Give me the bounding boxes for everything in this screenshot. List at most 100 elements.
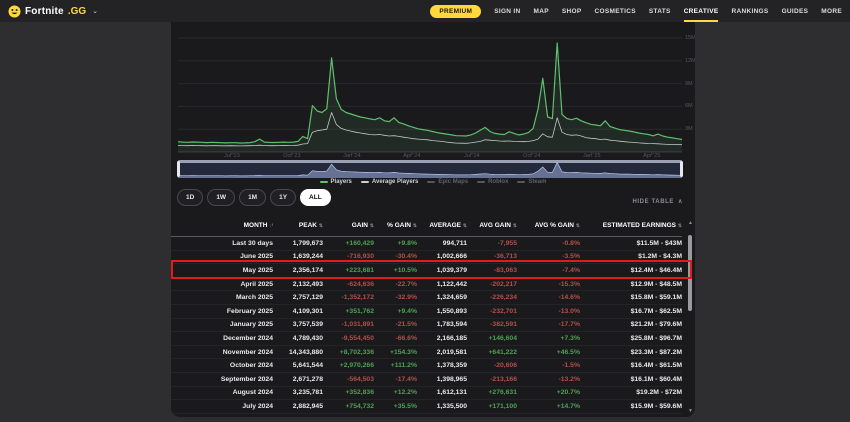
column-header-avg-gain[interactable]: AVG % GAIN ⇅ (517, 215, 580, 237)
table-row-february-2025[interactable]: February 20254,109,301+351,762+9.4%1,550… (171, 304, 682, 318)
premium-button[interactable]: PREMIUM (430, 5, 481, 18)
cell: 1,164,400 (417, 413, 467, 417)
cell: +111.2% (374, 359, 417, 373)
table-row-november-2024[interactable]: November 202414,343,880+8,702,336+154.3%… (171, 345, 682, 359)
cell: -83,063 (467, 264, 517, 278)
cell: 1,612,131 (417, 386, 467, 400)
cell: -9,554,450 (323, 332, 374, 346)
cell: 1,799,673 (273, 237, 323, 251)
cell: October 2024 (171, 359, 273, 373)
fortnite-gg-logo-icon (8, 5, 21, 18)
table-scroll-down-icon[interactable]: ▼ (688, 408, 693, 414)
legend-dash-icon (427, 181, 435, 183)
table-row-april-2025[interactable]: April 20252,132,493-624,636-22.7%1,122,4… (171, 277, 682, 291)
time-range-buttons: 1D1W1M1YALL (177, 189, 331, 206)
cell: 1,324,659 (417, 291, 467, 305)
column-header-gain[interactable]: GAIN ⇅ (323, 215, 374, 237)
chart-range-navigator[interactable] (178, 160, 682, 178)
table-row-september-2024[interactable]: September 20242,671,278-564,503-17.4%1,3… (171, 372, 682, 386)
cell: December 2024 (171, 332, 273, 346)
cell: +12.2% (374, 386, 417, 400)
table-scrollbar-thumb[interactable] (688, 235, 692, 311)
x-axis-label: Jul '24 (464, 153, 480, 159)
y-axis-label: 15M (685, 35, 695, 41)
cell: $16.4M - $61.5M (580, 359, 682, 373)
table-row-may-2025[interactable]: May 20252,356,174+223,681+10.5%1,039,379… (171, 264, 682, 278)
range-button-all[interactable]: ALL (300, 189, 331, 206)
cell: -13.0% (517, 304, 580, 318)
cell: -7.4% (517, 264, 580, 278)
cell: -21.5% (374, 318, 417, 332)
table-row-last-30-days[interactable]: Last 30 days1,799,673+160,429+9.8%994,71… (171, 237, 682, 251)
cell: $13.9M - $52.3M (580, 413, 682, 417)
table-row-december-2024[interactable]: December 20244,789,430-9,554,450-66.6%2,… (171, 332, 682, 346)
x-axis-label: Jan '25 (583, 153, 601, 159)
nav-link-map[interactable]: MAP (534, 0, 549, 22)
cell: -240,031 (323, 413, 374, 417)
table-scroll-up-icon[interactable]: ▲ (688, 220, 693, 226)
table-row-march-2025[interactable]: March 20252,757,129-1,352,172-32.9%1,324… (171, 291, 682, 305)
nav-link-rankings[interactable]: RANKINGS (731, 0, 768, 22)
nav-link-shop[interactable]: SHOP (562, 0, 582, 22)
range-button-1w[interactable]: 1W (207, 189, 235, 206)
column-header-month[interactable]: MONTH ↓ᶠ (171, 215, 273, 237)
column-header-estimated-earnings[interactable]: ESTIMATED EARNINGS ⇅ (580, 215, 682, 237)
navigator-left-handle[interactable] (177, 161, 180, 177)
column-header-average[interactable]: AVERAGE ⇅ (417, 215, 467, 237)
nav-link-sign-in[interactable]: SIGN IN (494, 0, 520, 22)
cell: +7.3% (517, 332, 580, 346)
legend-item-average-players[interactable]: Average Players (361, 179, 418, 185)
cell: $23.3M - $87.2M (580, 345, 682, 359)
cell: +2,970,266 (323, 359, 374, 373)
table-row-june-2025[interactable]: June 20251,639,244-716,930-30.4%1,002,66… (171, 250, 682, 264)
x-axis-label: Apr '25 (643, 153, 660, 159)
site-logo[interactable]: Fortnite.GG ⌄ (8, 5, 98, 18)
table-row-january-2025[interactable]: January 20253,757,539-1,031,891-21.5%1,7… (171, 318, 682, 332)
legend-item-epic-maps[interactable]: Epic Maps (427, 179, 468, 185)
range-button-1d[interactable]: 1D (177, 189, 203, 206)
hide-table-toggle[interactable]: HIDE TABLE ∧ (632, 198, 683, 205)
legend-item-steam[interactable]: Steam (517, 179, 546, 185)
cell: -1.5% (517, 359, 580, 373)
legend-item-roblox[interactable]: Roblox (477, 179, 508, 185)
range-button-1m[interactable]: 1M (239, 189, 266, 206)
nav-link-stats[interactable]: STATS (649, 0, 671, 22)
cell: 1,639,244 (273, 250, 323, 264)
cell: 2,128,213 (273, 413, 323, 417)
table-row-june-2024[interactable]: June 20242,128,213-240,031-10.1%1,164,40… (171, 413, 682, 417)
cell: $12.4M - $46.4M (580, 264, 682, 278)
cell: -202,217 (467, 277, 517, 291)
nav-link-cosmetics[interactable]: COSMETICS (595, 0, 636, 22)
players-line-chart[interactable] (171, 22, 695, 158)
cell: 1,398,965 (417, 372, 467, 386)
cell: September 2024 (171, 372, 273, 386)
column-header--gain[interactable]: % GAIN ⇅ (374, 215, 417, 237)
cell: +171,100 (467, 400, 517, 414)
y-axis-label: 9M (685, 81, 693, 87)
cell: 3,235,781 (273, 386, 323, 400)
cell: -13.2% (517, 372, 580, 386)
cell: 994,711 (417, 237, 467, 251)
x-axis-label: Apr '24 (403, 153, 420, 159)
column-header-peak[interactable]: PEAK ⇅ (273, 215, 323, 237)
x-axis-label: Oct '24 (523, 153, 540, 159)
cell: 14,343,880 (273, 345, 323, 359)
navigator-right-handle[interactable] (680, 161, 683, 177)
range-button-1y[interactable]: 1Y (270, 189, 296, 206)
cell: March 2025 (171, 291, 273, 305)
cell: -32.9% (374, 291, 417, 305)
table-row-august-2024[interactable]: August 20243,235,781+352,836+12.2%1,612,… (171, 386, 682, 400)
cell: 1,002,666 (417, 250, 467, 264)
cell: -10.1% (374, 413, 417, 417)
table-row-july-2024[interactable]: July 20242,882,945+754,732+35.5%1,335,50… (171, 400, 682, 414)
nav-link-creative[interactable]: CREATIVE (684, 0, 719, 22)
table-row-october-2024[interactable]: October 20245,641,544+2,970,266+111.2%1,… (171, 359, 682, 373)
cell: 3,757,539 (273, 318, 323, 332)
cell: -30.4% (374, 250, 417, 264)
column-header-avg-gain[interactable]: AVG GAIN ⇅ (467, 215, 517, 237)
y-axis-label: 12M (685, 58, 695, 64)
y-axis-label: 3M (685, 126, 693, 132)
nav-link-guides[interactable]: GUIDES (782, 0, 809, 22)
legend-item-players[interactable]: Players (320, 179, 352, 185)
nav-link-more[interactable]: MORE (821, 0, 842, 22)
